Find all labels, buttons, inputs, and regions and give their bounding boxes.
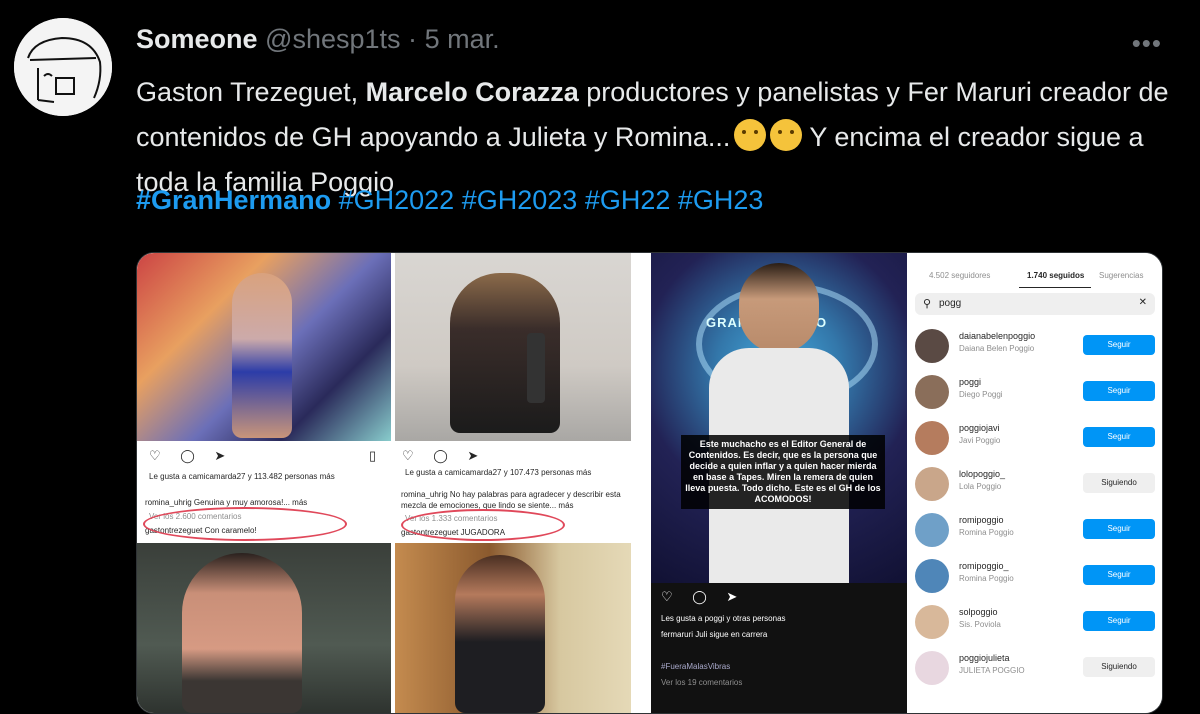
instagram-collage-left: ♡ ◯ ➤ ▯ ♡ ◯ ➤ Le gusta a camicamarda27 y… [137, 253, 649, 713]
follow-button[interactable]: Seguir [1083, 381, 1155, 401]
list-item[interactable]: romipoggio Romina Poggio Seguir [907, 507, 1162, 553]
photo-editor: GRAN HERMANO Este muchacho es el Editor … [651, 253, 907, 583]
list-item[interactable]: poggiojavi Javi Poggio Seguir [907, 415, 1162, 461]
username: romipoggio [959, 515, 1004, 525]
separator: · [408, 24, 418, 54]
follow-button[interactable]: Seguir [1083, 335, 1155, 355]
avatar [915, 421, 949, 455]
list-item[interactable]: poggi Diego Poggi Seguir [907, 369, 1162, 415]
fullname: Romina Poggio [959, 528, 1014, 537]
author-name[interactable]: Someone [136, 24, 258, 54]
follow-button[interactable]: Seguir [1083, 519, 1155, 539]
avatar [915, 605, 949, 639]
ig-post3-comment: fermaruri Juli sigue en carrera [661, 630, 768, 639]
hashtag-link[interactable]: #GH23 [678, 185, 764, 215]
tweet-text-part1: Gaston Trezeguet, [136, 77, 366, 107]
instagram-post-editor: GRAN HERMANO Este muchacho es el Editor … [651, 253, 907, 713]
username: daianabelenpoggio [959, 331, 1036, 341]
fullname: Sis. Poviola [959, 620, 1001, 629]
username: solpoggio [959, 607, 998, 617]
username: poggi [959, 377, 982, 387]
username: poggiojavi [959, 423, 1000, 433]
annotation-circle [401, 509, 565, 541]
hashtag-link[interactable]: #GH2023 [462, 185, 578, 215]
avatar[interactable] [14, 18, 112, 116]
fullname: Daiana Belen Poggio [959, 344, 1035, 353]
avatar [915, 329, 949, 363]
fullname: Romina Poggio [959, 574, 1014, 583]
tab-following[interactable]: 1.740 seguidos [1027, 271, 1084, 280]
more-options-icon[interactable]: ••• [1132, 28, 1162, 59]
fullname: Javi Poggio [959, 436, 1001, 445]
fullname: Diego Poggi [959, 390, 1003, 399]
hashtag-link[interactable]: #GH22 [585, 185, 671, 215]
face-with-raised-eyebrow-icon [734, 119, 767, 151]
search-value: pogg [939, 298, 962, 309]
tab-followers[interactable]: 4.502 seguidores [929, 271, 990, 280]
tab-underline [1019, 287, 1091, 288]
avatar [915, 467, 949, 501]
ig-action-icons[interactable]: ♡ ◯ ➤ [661, 589, 745, 605]
avatar [915, 559, 949, 593]
tab-suggestions[interactable]: Sugerencias [1099, 271, 1143, 280]
list-item[interactable]: daianabelenpoggio Daiana Belen Poggio Segu… [907, 323, 1162, 369]
ig-post3-likes: Les gusta a poggi y otras personas [661, 614, 786, 623]
following-button[interactable]: Siguiendo [1083, 657, 1155, 677]
search-icon: ⚲ [923, 298, 932, 310]
follow-button[interactable]: Seguir [1083, 611, 1155, 631]
tweet-header: Someone @shesp1ts · 5 mar. [136, 24, 500, 55]
photo-romina-house [395, 543, 631, 713]
ig-post1-likes: Le gusta a camicamarda27 y 113.482 perso… [149, 472, 335, 481]
ig-post2-likes: Le gusta a camicamarda27 y 107.473 perso… [405, 468, 592, 477]
annotation-circle [143, 507, 347, 541]
list-item[interactable]: lolopoggio_ Lola Poggio Siguiendo [907, 461, 1162, 507]
username: poggiojulieta [959, 653, 1010, 663]
instagram-following-list: 4.502 seguidores 1.740 seguidos Sugerenc… [907, 253, 1162, 713]
follow-button[interactable]: Seguir [1083, 427, 1155, 447]
tweet-text-bold: Marcelo Corazza [365, 77, 579, 107]
list-item[interactable]: romipoggio_ Romina Poggio Seguir [907, 553, 1162, 599]
thinking-face-icon [770, 119, 803, 151]
photo-romina-stage [137, 253, 391, 441]
tweet-date[interactable]: 5 mar. [425, 24, 500, 54]
search-input[interactable]: ⚲ pogg ✕ [915, 293, 1155, 315]
avatar [915, 375, 949, 409]
overlay-caption: Este muchacho es el Editor General de Co… [681, 435, 885, 509]
photo-julieta [137, 543, 391, 713]
avatar [915, 651, 949, 685]
hashtag-list: #GranHermano #GH2022 #GH2023 #GH22 #GH23 [136, 185, 763, 216]
photo-romina-kitchen [395, 253, 631, 441]
following-button[interactable]: Siguiendo [1083, 473, 1155, 493]
ig-action-icons[interactable]: ♡ ◯ ➤ [149, 448, 233, 464]
author-handle[interactable]: @shesp1ts [265, 24, 400, 54]
username: lolopoggio_ [959, 469, 1006, 479]
tweet-media[interactable]: ♡ ◯ ➤ ▯ ♡ ◯ ➤ Le gusta a camicamarda27 y… [136, 252, 1163, 714]
fullname: JULIETA POGGIO [959, 666, 1025, 675]
hashtag-link[interactable]: #GranHermano [136, 185, 331, 215]
hashtag-link[interactable]: #GH2022 [339, 185, 455, 215]
sketch-avatar-icon [14, 18, 112, 116]
ig-post2-caption: romina_uhrig No hay palabras para agrade… [401, 490, 621, 510]
list-item[interactable]: solpoggio Sis. Poviola Seguir [907, 599, 1162, 645]
clear-icon[interactable]: ✕ [1139, 297, 1147, 308]
fullname: Lola Poggio [959, 482, 1002, 491]
follow-button[interactable]: Seguir [1083, 565, 1155, 585]
ig-action-icons[interactable]: ♡ ◯ ➤ [402, 448, 486, 464]
avatar [915, 513, 949, 547]
following-tabs: 4.502 seguidores 1.740 seguidos Sugerenc… [907, 271, 1162, 291]
ig-post3-view-comments[interactable]: Ver los 19 comentarios [661, 677, 742, 688]
ig-save-icon[interactable]: ▯ [369, 448, 384, 464]
username: romipoggio_ [959, 561, 1009, 571]
list-item[interactable]: poggiojulieta JULIETA POGGIO Siguiendo [907, 645, 1162, 691]
ig-post3-hashtag[interactable]: #FueraMalasVibras [661, 661, 730, 672]
